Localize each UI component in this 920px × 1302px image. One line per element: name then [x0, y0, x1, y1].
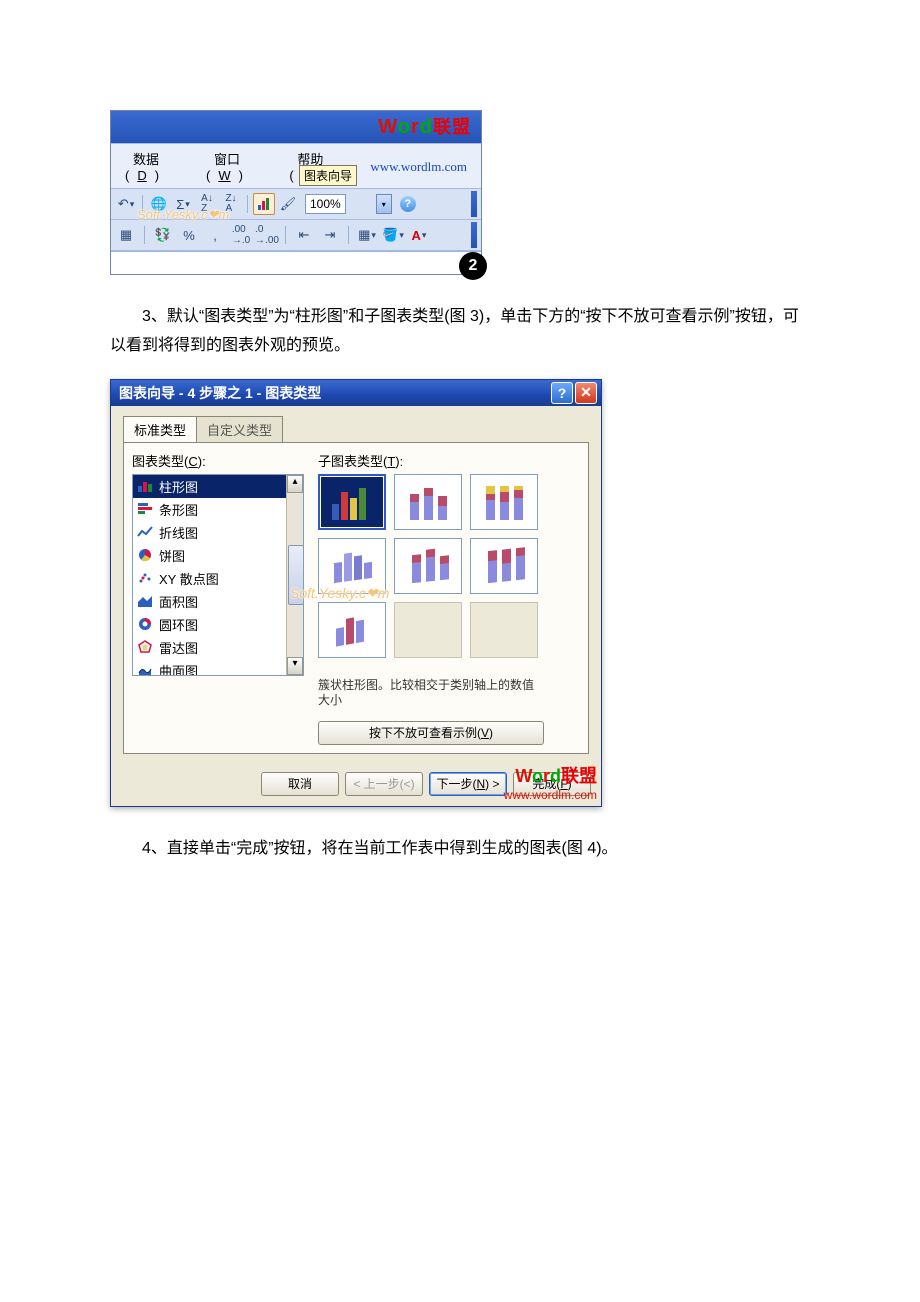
chart-wizard-dialog: 图表向导 - 4 步骤之 1 - 图表类型 ? ✕ 标准类型 自定义类型 图表类…	[110, 379, 602, 807]
subchart-3d-column[interactable]	[318, 602, 386, 658]
back-button[interactable]: < 上一步(<)	[345, 772, 423, 796]
merge-cells-icon[interactable]: ▦	[115, 224, 137, 246]
font-color-icon[interactable]: A▾	[408, 224, 430, 246]
radar-icon	[137, 640, 153, 654]
decrease-decimal-icon[interactable]: .0→.00	[256, 224, 278, 246]
help-icon[interactable]: ?	[400, 196, 416, 212]
excel-titlebar: Word联盟	[111, 111, 481, 143]
subchart-empty	[394, 602, 462, 658]
dialog-help-icon[interactable]: ?	[551, 382, 573, 404]
subchart-empty	[470, 602, 538, 658]
brand-url: www.wordlm.com	[362, 157, 475, 176]
undo-icon[interactable]: ↶▾	[115, 193, 137, 215]
increase-indent-icon[interactable]: ⇥	[319, 224, 341, 246]
figure-step-badge: 2	[459, 252, 487, 280]
area-icon	[137, 594, 153, 608]
zoom-dropdown-icon[interactable]: ▾	[376, 194, 392, 214]
zoom-field[interactable]: 100%	[305, 194, 346, 214]
dialog-titlebar: 图表向导 - 4 步骤之 1 - 图表类型 ? ✕	[111, 380, 601, 406]
bar-icon	[137, 502, 153, 516]
brand-word-logo: Word联盟	[378, 117, 471, 137]
subchart-description: 簇状柱形图。比较相交于类别轴上的数值大小	[318, 678, 538, 709]
menu-data[interactable]: 数据 (D)	[117, 146, 198, 186]
chart-type-item[interactable]: 饼图	[133, 544, 303, 567]
tab-standard-types[interactable]: 标准类型	[123, 416, 197, 442]
percent-icon[interactable]: %	[178, 224, 200, 246]
chart-type-list[interactable]: 柱形图条形图折线图饼图XY 散点图面积图圆环图雷达图曲面图 ▴ ▾	[132, 474, 304, 676]
chart-type-item[interactable]: 面积图	[133, 590, 303, 613]
chart-wizard-icon[interactable]	[253, 193, 275, 215]
wizard-footer: 取消 < 上一步(<) 下一步(N) > 完成(F)	[111, 764, 601, 806]
scroll-up-icon[interactable]: ▴	[287, 475, 303, 493]
subchart-100pct-stacked-column[interactable]	[470, 474, 538, 530]
next-button[interactable]: 下一步(N) >	[429, 772, 507, 796]
yesky-watermark: Soft.Yesky.c❤m	[290, 585, 389, 602]
dialog-close-icon[interactable]: ✕	[575, 382, 597, 404]
dialog-title: 图表向导 - 4 步骤之 1 - 图表类型	[119, 383, 321, 403]
comma-icon[interactable]: ,	[204, 224, 226, 246]
chart-type-item[interactable]: 折线图	[133, 521, 303, 544]
subchart-3d-stacked-column[interactable]	[394, 538, 462, 594]
toolbar-overflow-icon[interactable]	[471, 222, 477, 248]
subchart-3d-100pct-stacked-column[interactable]	[470, 538, 538, 594]
chart-type-item[interactable]: 圆环图	[133, 613, 303, 636]
chart-wizard-tooltip: 图表向导	[299, 165, 357, 186]
scatter-icon	[137, 571, 153, 585]
chart-type-item[interactable]: 雷达图	[133, 636, 303, 659]
toolbar-overflow-icon[interactable]	[471, 191, 477, 217]
chart-type-item[interactable]: XY 散点图	[133, 567, 303, 590]
press-hold-sample-button[interactable]: 按下不放可查看示例(V)	[318, 721, 544, 745]
fill-color-icon[interactable]: 🪣▾	[382, 224, 404, 246]
excel-sheet-area	[111, 251, 481, 274]
chart-type-item[interactable]: 柱形图	[133, 475, 303, 498]
excel-toolbar-screenshot: Word联盟 数据 (D) 窗口 (W) 帮助 (H) www.wordlm.c…	[110, 110, 482, 275]
excel-toolbar-row1: ↶▾ 🌐 Σ▾ A↓Z Z↓A 🖌 100% ▾ ? Soft.Yesky.c❤…	[111, 189, 481, 220]
increase-decimal-icon[interactable]: .00→.0	[230, 224, 252, 246]
subchart-type-label: 子图表类型(T):	[318, 451, 578, 470]
subchart-stacked-column[interactable]	[394, 474, 462, 530]
subchart-clustered-column[interactable]	[318, 474, 386, 530]
chart-type-label: 图表类型(C):	[132, 451, 304, 470]
col-icon	[137, 479, 153, 493]
excel-menubar: 数据 (D) 窗口 (W) 帮助 (H) www.wordlm.com	[111, 143, 481, 189]
paragraph-step-4: 4、直接单击“完成”按钮，将在当前工作表中得到生成的图表(图 4)。	[110, 835, 810, 864]
separator	[247, 195, 248, 213]
decrease-indent-icon[interactable]: ⇤	[293, 224, 315, 246]
finish-button[interactable]: 完成(F)	[513, 772, 591, 796]
chart-type-item[interactable]: 条形图	[133, 498, 303, 521]
yesky-watermark: Soft.Yesky.c❤m	[137, 208, 229, 221]
tab-custom-types[interactable]: 自定义类型	[196, 416, 283, 442]
line-icon	[137, 525, 153, 539]
drawing-toolbar-icon[interactable]: 🖌	[277, 193, 299, 215]
borders-icon[interactable]: ▦▾	[356, 224, 378, 246]
pie-icon	[137, 548, 153, 562]
subchart-grid	[318, 474, 578, 658]
menu-window[interactable]: 窗口 (W)	[198, 146, 281, 186]
cancel-button[interactable]: 取消	[261, 772, 339, 796]
scroll-down-icon[interactable]: ▾	[287, 657, 303, 675]
chart-type-item[interactable]: 曲面图	[133, 659, 303, 676]
scrollbar[interactable]: ▴ ▾	[286, 475, 303, 675]
paragraph-step-3: 3、默认“图表类型”为“柱形图”和子图表类型(图 3)，单击下方的“按下不放可查…	[110, 303, 810, 361]
currency-icon[interactable]: 💱	[152, 224, 174, 246]
excel-toolbar-row2: ▦ 💱 % , .00→.0 .0→.00 ⇤ ⇥ ▦▾ 🪣▾ A▾	[111, 220, 481, 251]
donut-icon	[137, 617, 153, 631]
surface-icon	[137, 663, 153, 676]
